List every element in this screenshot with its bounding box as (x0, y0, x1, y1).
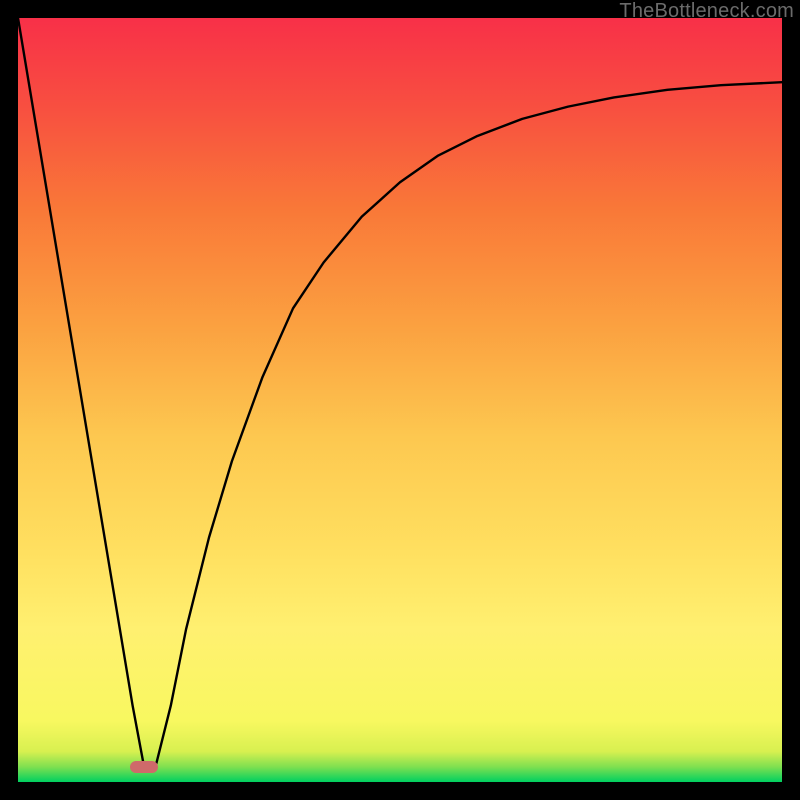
watermark-text: TheBottleneck.com (619, 0, 794, 23)
plot-area (18, 18, 782, 782)
curve-svg (18, 18, 782, 782)
minimum-marker (130, 761, 158, 773)
bottleneck-curve (18, 18, 782, 767)
chart-frame: TheBottleneck.com (0, 0, 800, 800)
